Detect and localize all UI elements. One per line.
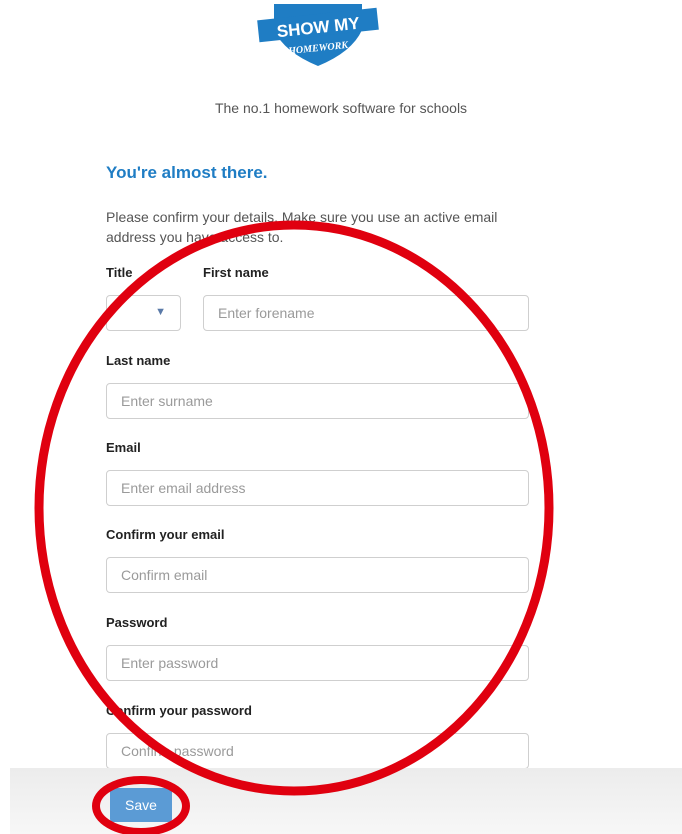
page-title: You're almost there. <box>106 163 268 182</box>
first-name-label: First name <box>203 265 269 280</box>
title-label: Title <box>106 265 133 280</box>
password-label: Password <box>106 615 168 630</box>
first-name-input[interactable] <box>203 295 529 331</box>
chevron-down-icon: ▼ <box>155 306 166 318</box>
email-label: Email <box>106 440 141 455</box>
last-name-label: Last name <box>106 353 171 368</box>
save-button[interactable]: Save <box>110 788 172 822</box>
confirm-email-label: Confirm your email <box>106 527 225 542</box>
confirm-email-input[interactable] <box>106 557 529 593</box>
email-input[interactable] <box>106 470 529 506</box>
show-my-homework-logo: SHOW MY HOMEWORK <box>257 4 379 66</box>
confirm-password-label: Confirm your password <box>106 703 252 718</box>
intro-text: Please confirm your details. Make sure y… <box>106 209 498 245</box>
tagline: The no.1 homework software for schools <box>214 100 468 116</box>
password-input[interactable] <box>106 645 529 681</box>
title-select[interactable]: ▼ <box>106 295 181 331</box>
last-name-input[interactable] <box>106 383 529 419</box>
confirm-password-input[interactable] <box>106 733 529 769</box>
